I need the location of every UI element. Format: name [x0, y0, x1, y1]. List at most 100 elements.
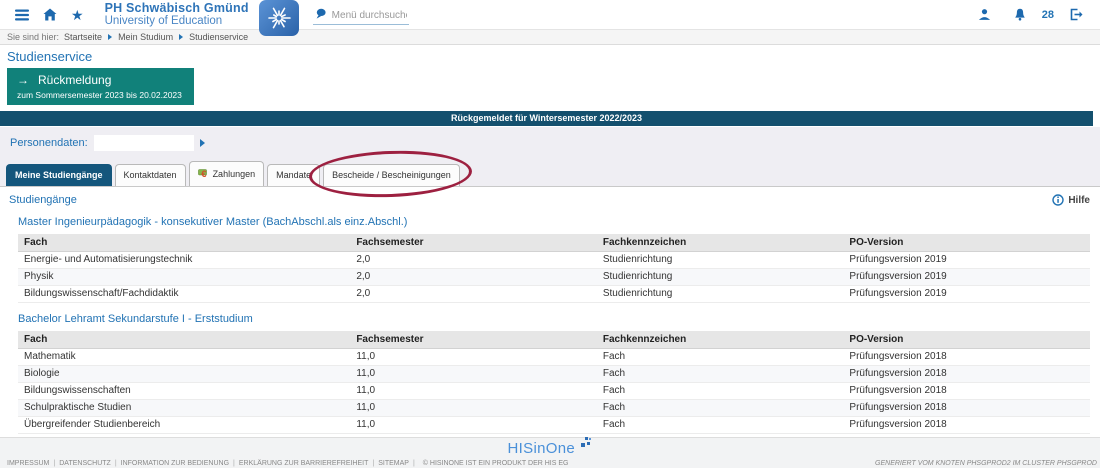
table-cell: Prüfungsversion 2018	[843, 349, 1090, 366]
table-cell: Bildungswissenschaft/Fachdidaktik	[18, 286, 350, 303]
tab-meine-studiengänge[interactable]: Meine Studiengänge	[6, 164, 112, 186]
footer-link-information-zur-bedienung[interactable]: INFORMATION ZUR BEDIENUNG	[121, 460, 229, 467]
content-head: Studiengänge Hilfe	[8, 192, 1092, 206]
column-header-fach: Fach	[18, 331, 350, 349]
table-row: Schulpraktische Studien11,0FachPrüfungsv…	[18, 400, 1090, 417]
breadcrumb-prefix: Sie sind hier:	[7, 32, 59, 42]
table-cell: Energie- und Automatisierungstechnik	[18, 252, 350, 269]
table-cell: 11,0	[350, 417, 597, 434]
column-header-fachkennzeichen: Fachkennzeichen	[597, 234, 844, 252]
footer-link-impressum[interactable]: IMPRESSUM	[7, 460, 49, 467]
footer: HISinOne IMPRESSUM | DATENSCHUTZ | INFORMATI…	[0, 437, 1100, 468]
rueckmeldung-button[interactable]: → Rückmeldung zum Sommersemester 2023 bi…	[7, 68, 194, 105]
table-cell: Prüfungsversion 2018	[843, 383, 1090, 400]
table-row: Übergreifender Studienbereich11,0FachPrü…	[18, 417, 1090, 434]
generated-note: GENERIERT VOM KNOTEN PHSGPROD2 IM CLUSTE…	[875, 460, 1097, 467]
footer-link-erklärung-zur-barrierefreiheit[interactable]: ERKLÄRUNG ZUR BARRIEREFREIHEIT	[239, 460, 369, 467]
footer-brand-row: HISinOne	[0, 438, 1100, 458]
programs-list: Master Ingenieurpädagogik - konsekutiver…	[8, 216, 1092, 434]
tab-zahlungen[interactable]: € Zahlungen	[189, 161, 265, 186]
personendaten-row: Personendaten:	[0, 133, 1100, 161]
tab-label: Mandate	[276, 170, 311, 180]
table-cell: Übergreifender Studienbereich	[18, 417, 350, 434]
program-table: FachFachsemesterFachkennzeichenPO-Versio…	[18, 331, 1090, 434]
breadcrumb-item-startseite[interactable]: Startseite	[64, 32, 102, 42]
personendaten-label: Personendaten:	[10, 137, 88, 149]
favorites-star-icon[interactable]: ★	[71, 8, 84, 22]
notifications-bell-icon[interactable]	[1014, 8, 1026, 21]
table-cell: Physik	[18, 269, 350, 286]
table-cell: 2,0	[350, 286, 597, 303]
tab-label: Zahlungen	[213, 169, 256, 179]
personendaten-value-redacted	[94, 135, 194, 151]
column-header-po-version: PO-Version	[843, 331, 1090, 349]
table-cell: Fach	[597, 417, 844, 434]
tab-label: Kontaktdaten	[124, 170, 177, 180]
table-cell: 2,0	[350, 269, 597, 286]
footer-separator: |	[413, 460, 415, 467]
tab-mandate[interactable]: Mandate	[267, 164, 320, 186]
table-cell: Fach	[597, 366, 844, 383]
breadcrumb-separator-icon	[179, 34, 183, 40]
search-icon	[315, 8, 328, 20]
help-link[interactable]: Hilfe	[1052, 194, 1090, 206]
table-row: Physik2,0StudienrichtungPrüfungsversion …	[18, 269, 1090, 286]
table-cell: Biologie	[18, 366, 350, 383]
notification-count: 28	[1042, 9, 1054, 21]
program-title: Master Ingenieurpädagogik - konsekutiver…	[18, 216, 1092, 228]
logout-icon[interactable]	[1070, 8, 1083, 21]
program-table: FachFachsemesterFachkennzeichenPO-Versio…	[18, 234, 1090, 303]
tab-label: Meine Studiengänge	[15, 170, 103, 180]
breadcrumb-item-studienservice[interactable]: Studienservice	[189, 32, 248, 42]
footer-link-sitemap[interactable]: SITEMAP	[378, 460, 409, 467]
table-cell: 2,0	[350, 252, 597, 269]
expand-personendaten-icon[interactable]	[200, 139, 205, 147]
column-header-fachsemester: Fachsemester	[350, 331, 597, 349]
table-cell: 11,0	[350, 366, 597, 383]
table-cell: Bildungswissenschaften	[18, 383, 350, 400]
studienservice-page: ★ PH Schwäbisch Gmünd University of Educ…	[0, 0, 1100, 468]
top-bar: ★ PH Schwäbisch Gmünd University of Educ…	[0, 0, 1100, 30]
table-cell: Studienrichtung	[597, 269, 844, 286]
footer-separator: |	[372, 460, 374, 467]
menu-search	[313, 5, 409, 25]
footer-separator: |	[115, 460, 117, 467]
column-header-po-version: PO-Version	[843, 234, 1090, 252]
table-cell: Fach	[597, 383, 844, 400]
footer-separator: |	[53, 460, 55, 467]
starburst-icon	[259, 2, 299, 35]
university-brand: PH Schwäbisch Gmünd University of Educat…	[105, 2, 249, 27]
table-cell: Studienrichtung	[597, 252, 844, 269]
rueckmeldung-subtext: zum Sommersemester 2023 bis 20.02.2023	[17, 90, 182, 100]
section-title: Studiengänge	[9, 194, 77, 206]
footer-links: IMPRESSUM | DATENSCHUTZ | INFORMATION ZUR BE…	[7, 460, 568, 467]
top-actions: 28	[971, 8, 1092, 21]
hisinone-logo-squares-icon	[581, 435, 592, 453]
arrow-right-icon: →	[17, 73, 29, 87]
column-header-fach: Fach	[18, 234, 350, 252]
table-row: Bildungswissenschaft/Fachdidaktik2,0Stud…	[18, 286, 1090, 303]
hamburger-menu-icon[interactable]	[15, 9, 29, 21]
tab-bescheide-bescheinigungen[interactable]: Bescheide / Bescheinigungen	[323, 164, 460, 186]
breadcrumb-items: Startseite Mein Studium Studienservice	[64, 32, 248, 42]
tab-kontaktdaten[interactable]: Kontaktdaten	[115, 164, 186, 186]
content-panel: Studiengänge Hilfe Master Ingenieurpädag…	[0, 186, 1100, 468]
home-icon[interactable]	[43, 8, 57, 21]
breadcrumb: Sie sind hier: Startseite Mein Studium Stu…	[0, 30, 1100, 45]
svg-text:€: €	[201, 169, 207, 178]
user-account-icon[interactable]	[978, 8, 991, 21]
footer-link-datenschutz[interactable]: DATENSCHUTZ	[59, 460, 111, 467]
product-note: © HISINONE IST EIN PRODUKT DER HIS EG	[423, 460, 569, 467]
table-row: Energie- und Automatisierungstechnik2,0S…	[18, 252, 1090, 269]
column-header-fachsemester: Fachsemester	[350, 234, 597, 252]
brand-line1: PH Schwäbisch Gmünd	[105, 2, 249, 15]
help-label: Hilfe	[1068, 195, 1090, 206]
page-title: Studienservice	[7, 49, 1100, 64]
table-cell: Fach	[597, 349, 844, 366]
table-cell: 11,0	[350, 383, 597, 400]
table-cell: Prüfungsversion 2019	[843, 286, 1090, 303]
table-cell: Prüfungsversion 2018	[843, 366, 1090, 383]
breadcrumb-item-mein-studium[interactable]: Mein Studium	[118, 32, 173, 42]
table-cell: Mathematik	[18, 349, 350, 366]
table-cell: 11,0	[350, 400, 597, 417]
